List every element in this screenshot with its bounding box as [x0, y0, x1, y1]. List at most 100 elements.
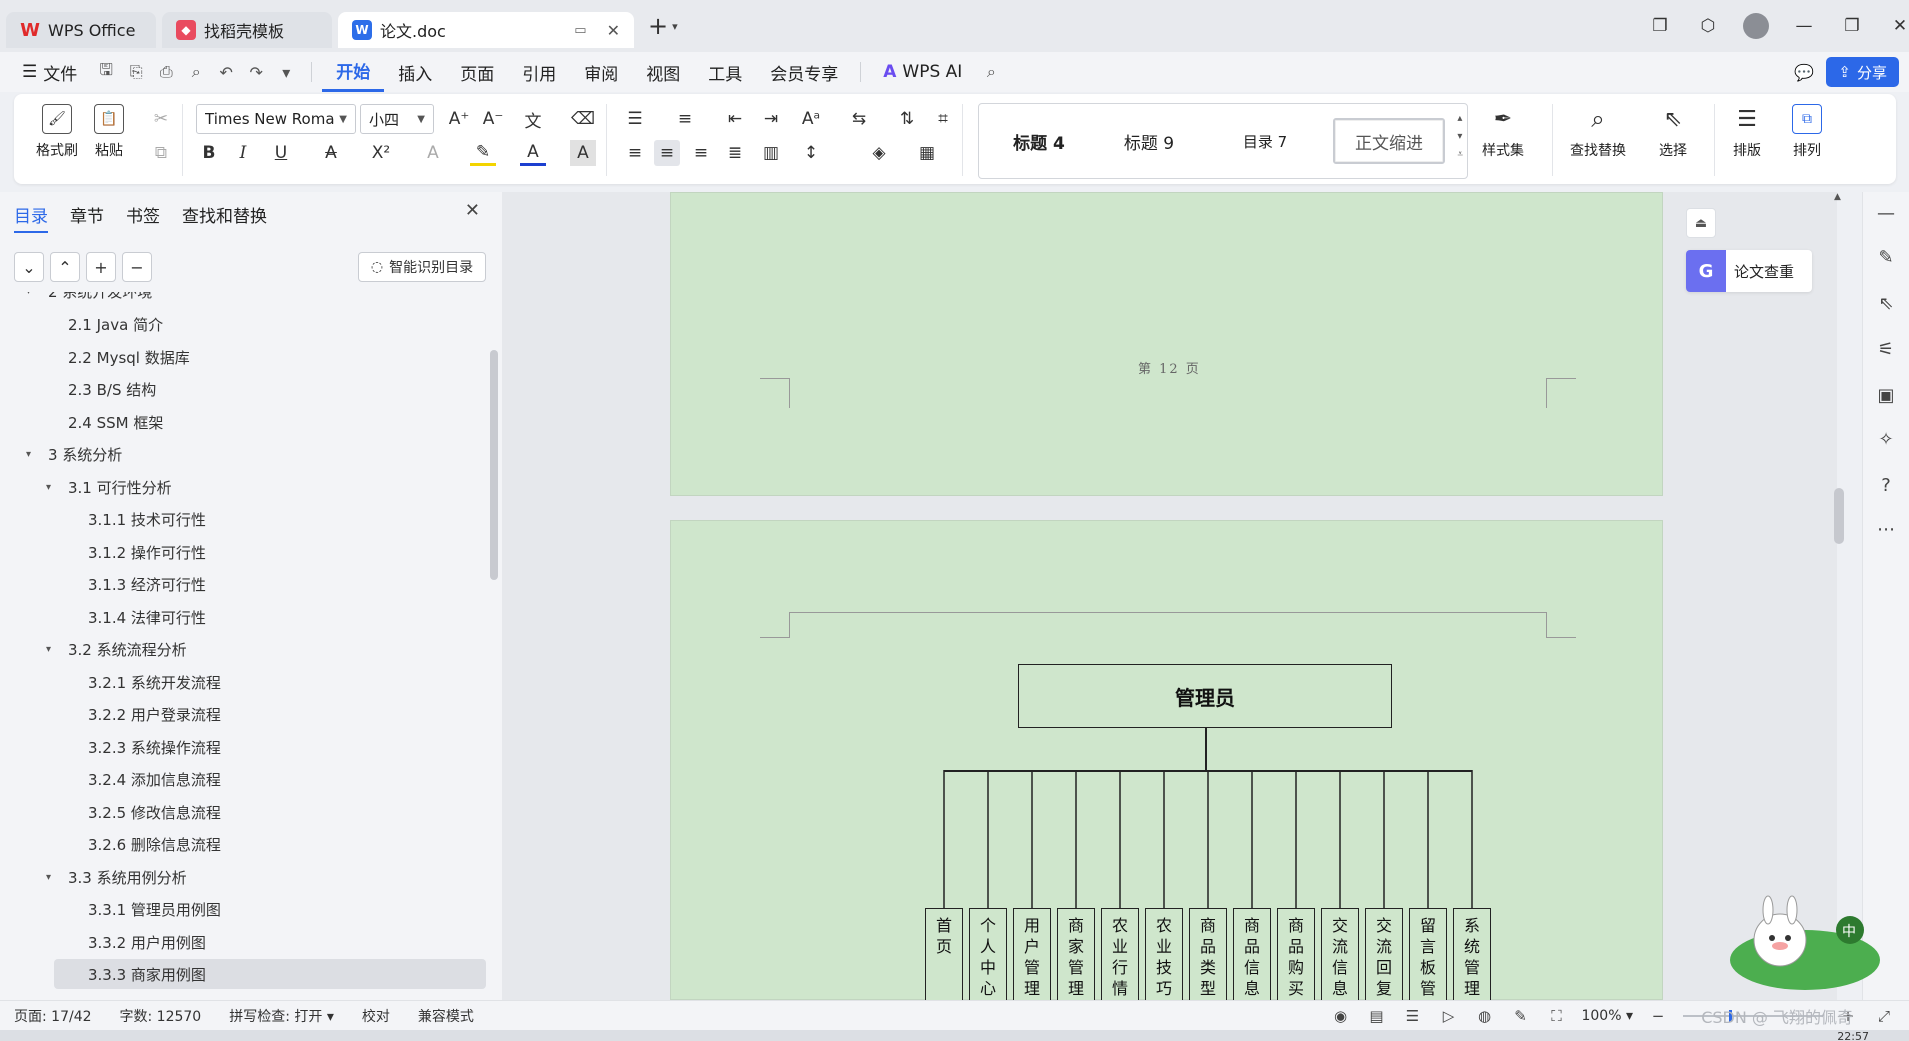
tab-daoke-templates[interactable]: ◆ 找稻壳模板	[162, 12, 332, 48]
file-menu[interactable]: ☰ 文件	[0, 52, 91, 92]
collapse-sidebar-icon[interactable]: —	[1873, 200, 1899, 226]
zoom-out-icon[interactable]: −	[1647, 1005, 1669, 1027]
bullet-list-icon[interactable]: ☰	[622, 106, 648, 132]
outline-view-icon[interactable]: ☰	[1401, 1005, 1423, 1027]
format-painter-button[interactable]: 🖌 格式刷	[36, 104, 78, 160]
scroll-up-icon[interactable]: ▲	[1834, 192, 1841, 202]
cut-icon[interactable]: ✂	[148, 106, 174, 132]
distribute-icon[interactable]: ▥	[758, 140, 784, 166]
tab-wps-office[interactable]: W WPS Office	[6, 12, 156, 48]
font-size-select[interactable]: 小四 ▼	[360, 104, 434, 134]
web-view-icon[interactable]: ◍	[1473, 1005, 1495, 1027]
collapse-float-icon[interactable]: ⏏	[1686, 208, 1716, 238]
close-window-icon[interactable]: ✕	[1876, 10, 1909, 42]
pen-mode-icon[interactable]: ✎	[1509, 1005, 1531, 1027]
select-button[interactable]: ⇖ 选择	[1658, 104, 1688, 160]
style-set-button[interactable]: ✒ 样式集	[1482, 104, 1524, 160]
close-nav-icon[interactable]: ✕	[465, 200, 480, 221]
print-icon[interactable]: ⎙	[151, 57, 181, 87]
new-tab-icon[interactable]: +	[648, 12, 668, 40]
toc-item[interactable]: ▾ 2 系统开发环境	[26, 292, 486, 306]
scroll-thumb[interactable]	[1834, 488, 1844, 544]
toc-item[interactable]: ▾ 3.3 系统用例分析	[46, 862, 486, 892]
eraser-icon[interactable]: ⌫	[570, 106, 596, 132]
toc-item[interactable]: 2.3 B/S 结构	[46, 374, 486, 404]
toc-item[interactable]: 3.2.6 删除信息流程	[66, 829, 486, 859]
decrease-indent-icon[interactable]: ⇤	[722, 106, 748, 132]
sort-icon[interactable]: ⇅	[894, 106, 920, 132]
toc-item[interactable]: 3.1.3 经济可行性	[66, 569, 486, 599]
fit-icon[interactable]: ⛶	[1545, 1005, 1567, 1027]
export-icon[interactable]: ⎘	[121, 57, 151, 87]
menu-tools[interactable]: 工具	[694, 52, 756, 92]
fullscreen-icon[interactable]: ⤢	[1873, 1005, 1895, 1027]
redo-icon[interactable]: ↷	[241, 57, 271, 87]
style-scroll[interactable]: ▴ ▾ ⩡	[1457, 110, 1463, 164]
char-shading-icon[interactable]: A	[570, 140, 596, 166]
add-heading-icon[interactable]: +	[86, 252, 116, 282]
eye-icon[interactable]: ◉	[1329, 1005, 1351, 1027]
text-direction-icon[interactable]: Aᵃ	[798, 106, 824, 132]
page-view-icon[interactable]: ▤	[1365, 1005, 1387, 1027]
phonetic-icon[interactable]: 文	[520, 106, 546, 132]
search-icon[interactable]: ⌕	[976, 57, 1006, 87]
toc-item[interactable]: 3.1.2 操作可行性	[66, 537, 486, 567]
nav-scrollbar[interactable]	[490, 350, 498, 580]
bold-icon[interactable]: B	[196, 140, 222, 166]
plagiarism-check-button[interactable]: G 论文查重	[1686, 250, 1812, 292]
toc-item-selected[interactable]: 3.3.3 商家用例图	[54, 959, 486, 989]
play-icon[interactable]: ▷	[1437, 1005, 1459, 1027]
image-icon[interactable]: ▣	[1873, 382, 1899, 408]
toc-item[interactable]: 2.4 SSM 框架	[46, 407, 486, 437]
more-icon[interactable]: ⋯	[1873, 516, 1899, 542]
superscript-icon[interactable]: X²	[368, 140, 394, 166]
toc-item[interactable]: 2.1 Java 简介	[46, 309, 486, 339]
align-right-icon[interactable]: ≡	[688, 140, 714, 166]
close-tab-icon[interactable]: ✕	[607, 21, 620, 40]
italic-icon[interactable]: I	[230, 140, 256, 166]
spell-check-toggle[interactable]: 拼写检查: 打开 ▾	[215, 1006, 348, 1026]
minimize-icon[interactable]: —	[1780, 10, 1828, 42]
menu-membership[interactable]: 会员专享	[756, 52, 852, 92]
toc-item[interactable]: ▾ 3 系统分析	[26, 439, 486, 469]
numbered-list-icon[interactable]: ≡	[672, 106, 698, 132]
decrease-font-icon[interactable]: A⁻	[480, 106, 506, 132]
text-effect-icon[interactable]: A	[420, 140, 446, 166]
zoom-level[interactable]: 100% ▾	[1581, 1008, 1633, 1024]
help-icon[interactable]: ?	[1873, 472, 1899, 498]
toc-item[interactable]: ▾ 3.2 系统流程分析	[46, 634, 486, 664]
document-scrollbar[interactable]: ▲	[1830, 192, 1848, 1000]
toc-item[interactable]: 3.2.3 系统操作流程	[66, 732, 486, 762]
toc-item[interactable]: 3.1.1 技术可行性	[66, 504, 486, 534]
underline-icon[interactable]: U	[268, 140, 294, 166]
copy-icon[interactable]: ⧉	[148, 140, 174, 166]
page-indicator[interactable]: 页面: 17/42	[0, 1006, 106, 1026]
save-icon[interactable]: 🖫	[91, 57, 121, 87]
undo-icon[interactable]: ↶	[211, 57, 241, 87]
comment-icon[interactable]: 💬	[1789, 57, 1819, 87]
proofread-button[interactable]: 校对	[348, 1006, 404, 1026]
toc-item[interactable]: 3.2.5 修改信息流程	[66, 797, 486, 827]
paste-button[interactable]: 📋 粘贴	[94, 104, 124, 160]
menu-page[interactable]: 页面	[446, 52, 508, 92]
nav-tab-toc[interactable]: 目录	[14, 202, 48, 233]
menu-insert[interactable]: 插入	[384, 52, 446, 92]
style-toc-7[interactable]: 目录 7	[1215, 118, 1315, 164]
toc-item[interactable]: 3.2.2 用户登录流程	[66, 699, 486, 729]
style-heading-4[interactable]: 标题 4	[989, 118, 1089, 164]
share-button[interactable]: ⇪ 分享	[1826, 57, 1899, 87]
menu-review[interactable]: 审阅	[570, 52, 632, 92]
smart-toc-button[interactable]: ◌ 智能识别目录	[358, 252, 486, 282]
find-replace-button[interactable]: ⌕ 查找替换	[1570, 104, 1626, 160]
align-left-icon[interactable]: ≡	[622, 140, 648, 166]
layout-button[interactable]: ☰ 排版	[1732, 104, 1762, 160]
screen-icon[interactable]: ▭	[574, 23, 586, 38]
toc-item[interactable]: 3.2.1 系统开发流程	[66, 667, 486, 697]
strikethrough-icon[interactable]: A	[318, 140, 344, 166]
remove-heading-icon[interactable]: −	[122, 252, 152, 282]
toc-item[interactable]: 3.3.2 用户用例图	[66, 927, 486, 957]
wps-ai-button[interactable]: A WPS AI	[869, 52, 976, 92]
toc-item[interactable]: 3.3.1 管理员用例图	[66, 894, 486, 924]
align-center-icon[interactable]: ≡	[654, 140, 680, 166]
toc-item[interactable]: 3.2.4 添加信息流程	[66, 764, 486, 794]
